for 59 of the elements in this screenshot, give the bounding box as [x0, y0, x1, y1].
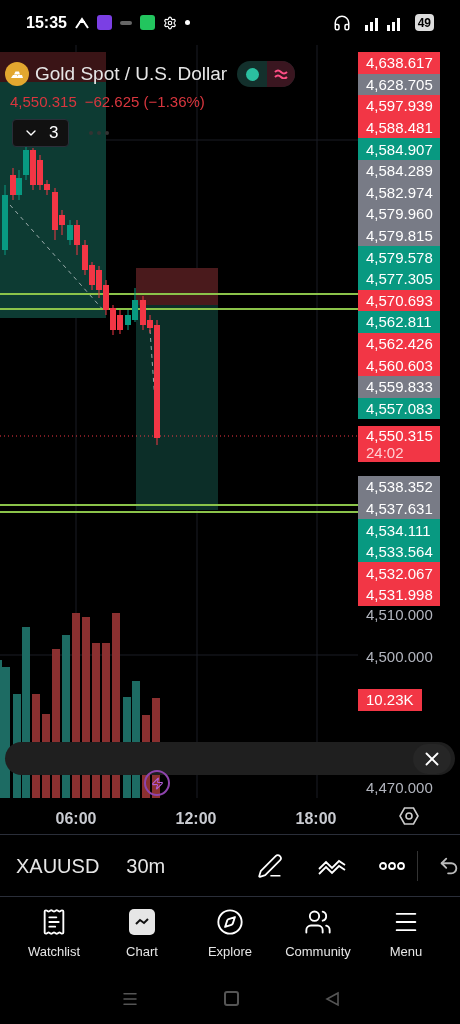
price-label: 4,570.693: [358, 289, 440, 312]
time-label: 06:00: [55, 809, 97, 829]
price-label: 4,531.998: [358, 584, 440, 606]
price-label: 4,584.289: [358, 159, 440, 182]
last-price: 4,550.315: [10, 91, 77, 112]
nav-tab[interactable]: Watchlist: [10, 908, 98, 962]
price-label: 4,582.974: [358, 181, 440, 204]
wave-icon: [274, 69, 289, 80]
price-label: 4,588.481: [358, 116, 440, 139]
axis-label: 4,510.000: [365, 605, 434, 624]
price-label: 4,597.939: [358, 95, 440, 117]
bar-countdown: 24:02: [366, 444, 405, 462]
pencil-icon[interactable]: [257, 852, 283, 879]
home-icon[interactable]: [223, 991, 239, 1006]
nav-tab[interactable]: Chart: [98, 908, 186, 962]
axis-label: 4,500.000: [365, 647, 434, 666]
volume-label: 10.23K: [358, 688, 422, 711]
indicators-toggle[interactable]: 3: [12, 119, 70, 147]
settings-icon[interactable]: [399, 806, 419, 826]
price-label: 4,532.067: [358, 562, 440, 585]
price-label: 4,577.305: [358, 267, 440, 290]
status-time: 15:35: [26, 12, 67, 33]
settings-icon: [162, 15, 177, 30]
price-label: 4,537.631: [358, 497, 440, 520]
time-label: 12:00: [175, 809, 217, 829]
battery-indicator: 49: [414, 14, 434, 31]
price-label: 4,584.907: [358, 138, 440, 160]
close-button[interactable]: [413, 743, 451, 774]
coin-icon: [5, 62, 29, 87]
symbol-title: Gold Spot / U.S. Dollar: [35, 62, 228, 86]
price-label: 4,557.083: [358, 397, 440, 420]
price-label: 4,560.603: [358, 354, 440, 376]
price-label: 4,533.564: [358, 540, 440, 563]
candle: [2, 184, 8, 256]
price-label: 4,534.111: [358, 519, 440, 541]
price-label: 4,579.578: [358, 246, 440, 268]
nav-tab[interactable]: Explore: [186, 908, 274, 962]
interval-button[interactable]: 30m: [126, 850, 166, 881]
nav-tab[interactable]: Menu: [362, 908, 450, 962]
nav-tab[interactable]: Community: [274, 908, 362, 962]
time-label: 18:00: [295, 809, 337, 829]
price-label: 4,559.833: [358, 375, 440, 398]
price-label: 4,562.811: [358, 311, 440, 333]
more-icon[interactable]: [379, 861, 405, 870]
axis-label: 4,470.000: [365, 778, 434, 797]
price-label: 4,579.960: [358, 203, 440, 225]
price-label: 4,628.705: [358, 73, 440, 96]
status-toggle[interactable]: [237, 61, 296, 88]
price-label: 4,579.815: [358, 224, 440, 247]
symbol-button[interactable]: XAUUSD: [16, 850, 100, 881]
current-price: 4,550.315: [366, 427, 432, 445]
back-icon[interactable]: [323, 990, 340, 1007]
price-change: −62.625 (−1.36%): [84, 91, 205, 112]
price-label: 4,638.617: [358, 52, 440, 74]
price-label: 4,538.352: [358, 476, 440, 498]
headphones-icon: [332, 13, 351, 32]
price-label: 4,562.426: [358, 332, 440, 355]
more-icon: [89, 131, 110, 135]
lightning-icon[interactable]: [144, 770, 170, 796]
